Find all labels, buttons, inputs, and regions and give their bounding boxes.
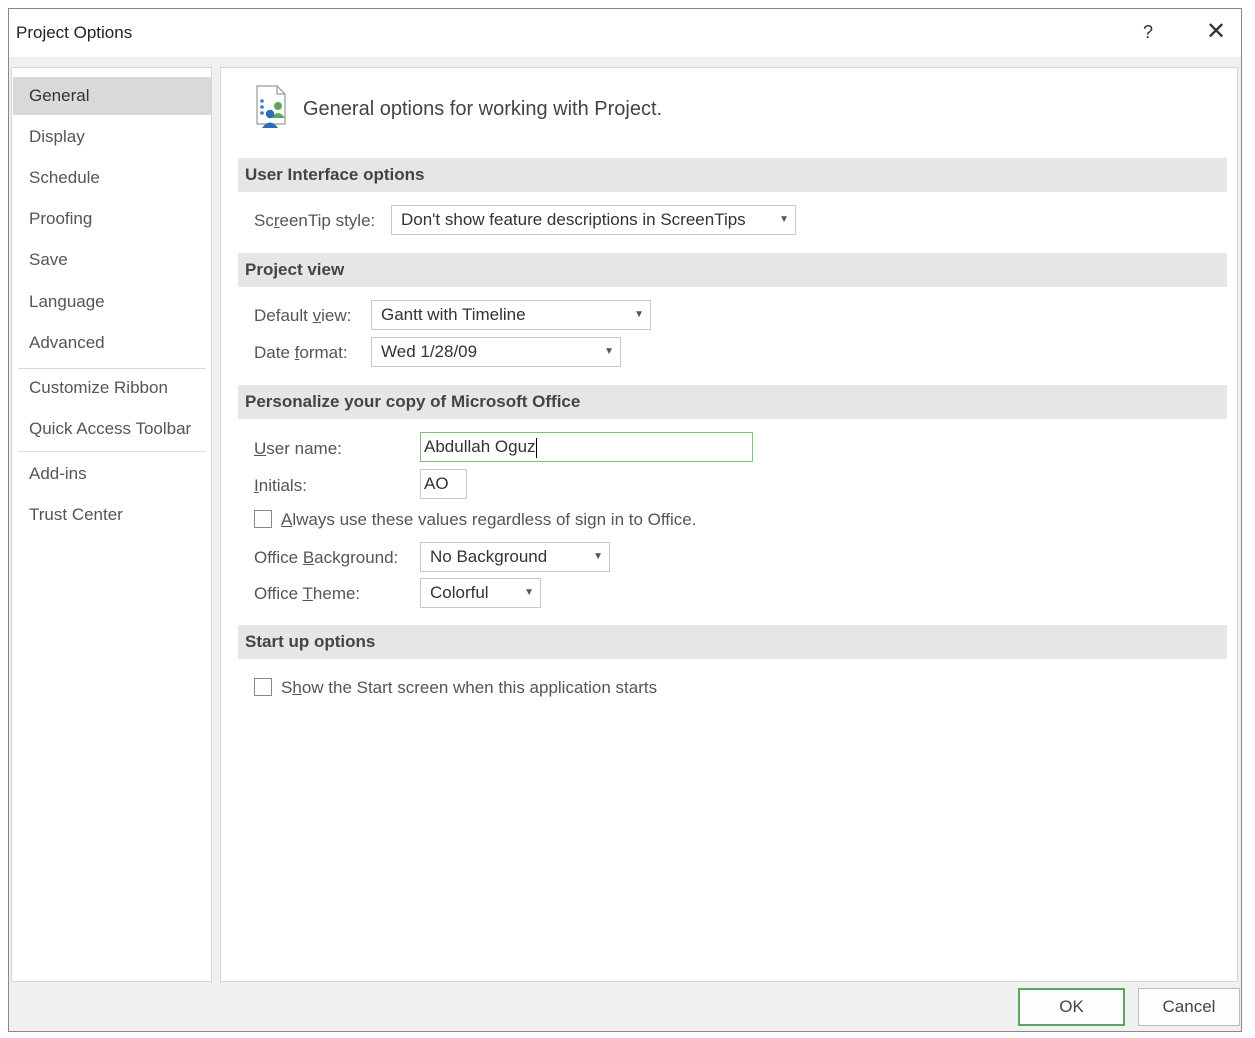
chevron-down-icon: ▼ <box>604 346 614 357</box>
sidebar-item-language[interactable]: Language <box>13 283 211 321</box>
close-button[interactable]: ✕ <box>1199 17 1233 47</box>
default-view-dropdown[interactable]: Gantt with Timeline ▼ <box>371 300 651 330</box>
sidebar-item-add-ins[interactable]: Add-ins <box>13 455 211 493</box>
dialog-title: Project Options <box>16 23 133 42</box>
screentip-style-value: Don't show feature descriptions in Scree… <box>401 210 746 229</box>
title-bar: Project Options ? ✕ <box>9 9 1241 57</box>
chevron-down-icon: ▼ <box>524 587 534 598</box>
office-background-value: No Background <box>430 547 548 566</box>
screentip-style-label: ScreenTip style: <box>254 211 376 230</box>
options-content-panel: General options for working with Project… <box>220 67 1238 982</box>
sidebar-item-proofing[interactable]: Proofing <box>13 200 211 238</box>
chevron-down-icon: ▼ <box>779 214 789 225</box>
section-header-ui-options: User Interface options <box>238 158 1227 192</box>
date-format-label: Date format: <box>254 343 348 362</box>
office-background-label: Office Background: <box>254 548 399 567</box>
options-sidebar: General Display Schedule Proofing Save L… <box>11 67 212 982</box>
office-theme-label: Office Theme: <box>254 584 361 603</box>
show-start-screen-checkbox[interactable] <box>254 678 272 696</box>
office-theme-dropdown[interactable]: Colorful ▼ <box>420 578 541 608</box>
always-use-values-label: Always use these values regardless of si… <box>281 510 697 529</box>
chevron-down-icon: ▼ <box>634 309 644 320</box>
default-view-label: Default view: <box>254 306 352 325</box>
show-start-screen-label: Show the Start screen when this applicat… <box>281 678 658 697</box>
page-header-text: General options for working with Project… <box>303 98 663 120</box>
initials-value: AO <box>424 474 449 493</box>
ok-button[interactable]: OK <box>1018 988 1125 1026</box>
section-header-startup: Start up options <box>238 625 1227 659</box>
sidebar-item-trust-center[interactable]: Trust Center <box>13 496 211 534</box>
office-background-dropdown[interactable]: No Background ▼ <box>420 542 610 572</box>
default-view-value: Gantt with Timeline <box>381 305 526 324</box>
help-button[interactable]: ? <box>1131 17 1165 47</box>
screentip-style-dropdown[interactable]: Don't show feature descriptions in Scree… <box>391 205 796 235</box>
people-options-icon <box>256 85 286 128</box>
user-name-input[interactable]: Abdullah Oguz <box>420 432 753 462</box>
office-theme-value: Colorful <box>430 583 489 602</box>
sidebar-item-save[interactable]: Save <box>13 241 211 279</box>
sidebar-item-schedule[interactable]: Schedule <box>13 159 211 197</box>
user-name-label: User name: <box>254 439 342 458</box>
sidebar-item-customize-ribbon[interactable]: Customize Ribbon <box>13 369 211 407</box>
sidebar-item-general[interactable]: General <box>13 77 211 115</box>
section-header-personalize: Personalize your copy of Microsoft Offic… <box>238 385 1227 419</box>
user-name-value: Abdullah Oguz <box>424 437 536 456</box>
text-cursor <box>535 437 537 458</box>
sidebar-divider <box>18 451 206 452</box>
date-format-dropdown[interactable]: Wed 1/28/09 ▼ <box>371 337 621 367</box>
cancel-button[interactable]: Cancel <box>1138 988 1240 1026</box>
project-options-dialog: Project Options ? ✕ General Display Sche… <box>8 8 1242 1032</box>
sidebar-item-advanced[interactable]: Advanced <box>13 324 211 362</box>
initials-input[interactable]: AO <box>420 469 467 499</box>
chevron-down-icon: ▼ <box>593 551 603 562</box>
section-header-project-view: Project view <box>238 253 1227 287</box>
date-format-value: Wed 1/28/09 <box>381 342 478 361</box>
always-use-values-checkbox[interactable] <box>254 510 272 528</box>
initials-label: Initials: <box>254 476 307 495</box>
sidebar-item-quick-access-toolbar[interactable]: Quick Access Toolbar <box>13 410 211 448</box>
sidebar-item-display[interactable]: Display <box>13 118 211 156</box>
